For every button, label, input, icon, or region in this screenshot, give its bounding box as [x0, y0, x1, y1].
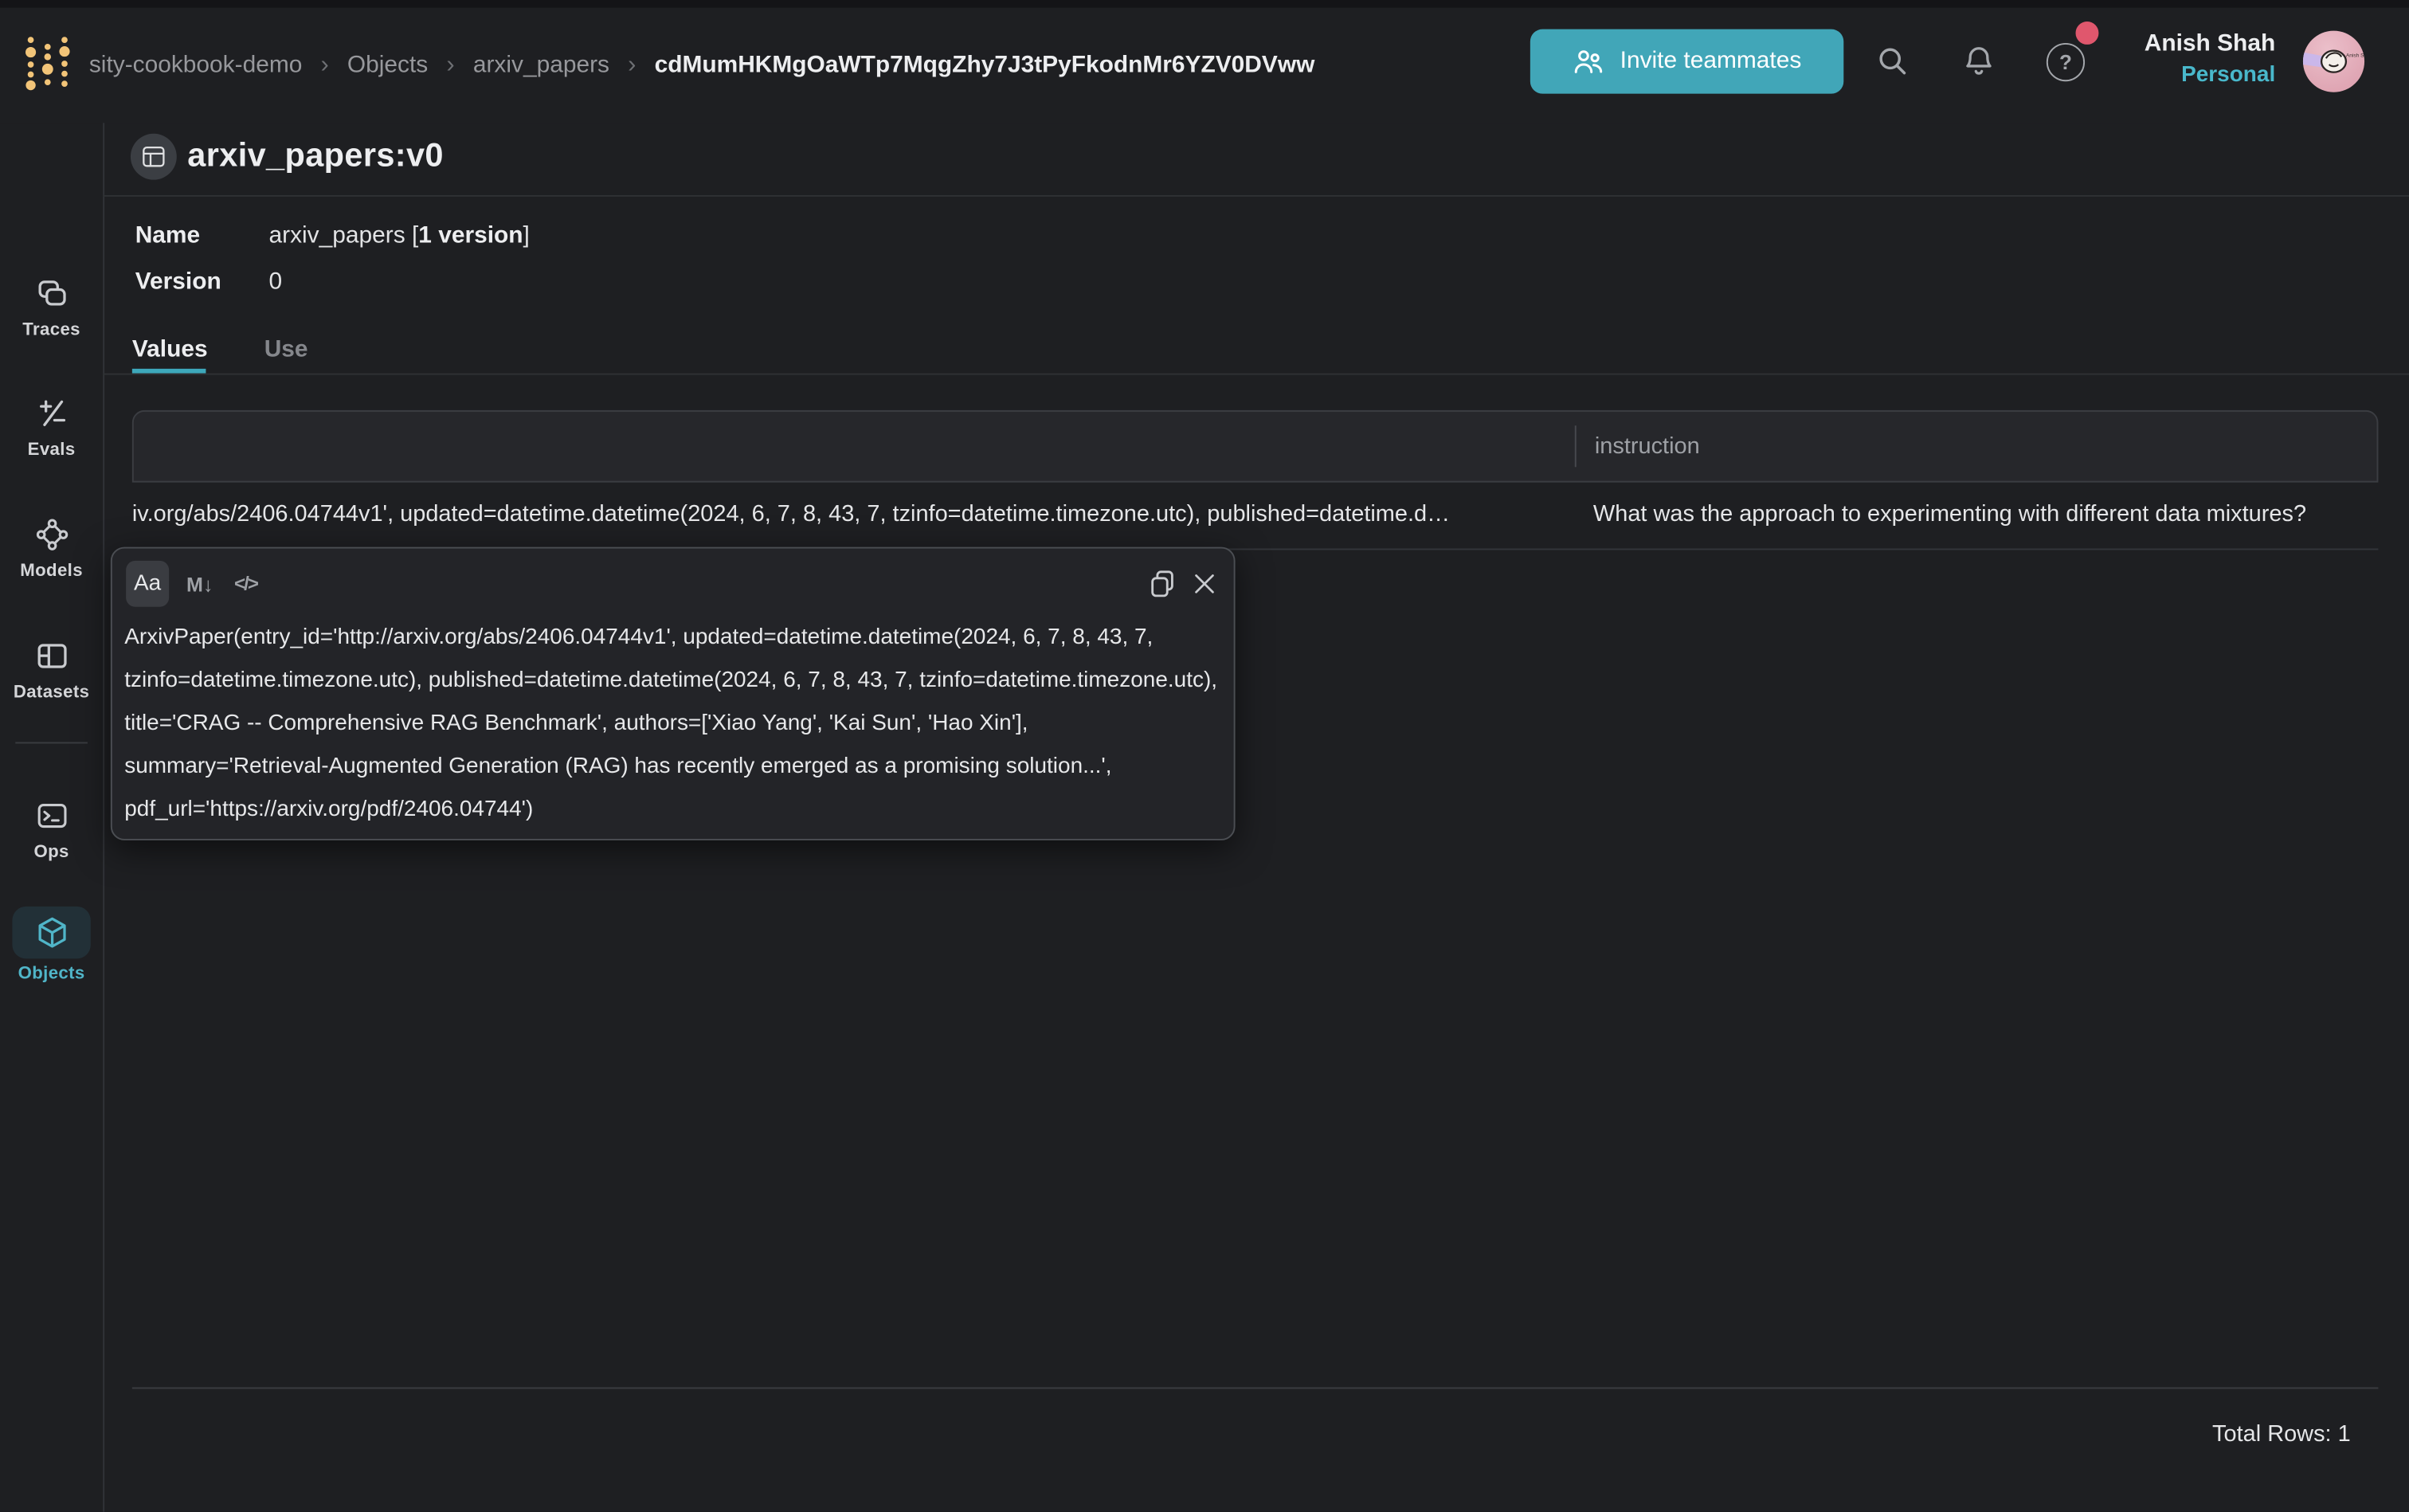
sidebar-item-models[interactable] — [0, 516, 103, 553]
models-icon — [33, 516, 69, 553]
sidebar-item-ops[interactable] — [0, 797, 103, 834]
sidebar-label-ops[interactable]: Ops — [0, 844, 103, 862]
title-divider — [103, 195, 2409, 197]
breadcrumb: sity-cookbook-demo › Objects › arxiv_pap… — [89, 8, 1314, 123]
popup-cell-text: ArxivPaper(entry_id='http://arxiv.org/ab… — [124, 616, 1221, 831]
breadcrumb-objects[interactable]: Objects — [347, 52, 428, 80]
markdown-mode-button[interactable]: M↓ — [180, 570, 220, 597]
breadcrumb-object-name[interactable]: arxiv_papers — [473, 52, 609, 80]
ops-terminal-icon — [33, 797, 69, 834]
help-button[interactable]: ? — [2047, 43, 2085, 81]
invite-teammates-button[interactable]: Invite teammates — [1530, 29, 1843, 94]
bell-icon — [1960, 43, 1997, 80]
notification-badge-dot — [2076, 22, 2099, 45]
left-sidebar: Traces Evals Models — [0, 123, 104, 1511]
user-avatar[interactable]: Anish S. — [2303, 31, 2364, 92]
notifications-button[interactable] — [1959, 41, 1999, 81]
objects-cube-icon — [33, 915, 69, 951]
breadcrumb-object-id: cdMumHKMgOaWTp7MqgZhy7J3tPyFkodnMr6YZV0D… — [655, 52, 1315, 80]
account-selector[interactable]: Personal — [2145, 60, 2275, 92]
tab-use[interactable]: Use — [264, 336, 308, 364]
sidebar-label-objects[interactable]: Objects — [0, 965, 103, 983]
sidebar-item-evals[interactable] — [0, 395, 103, 432]
name-value-bracket: ] — [523, 223, 530, 249]
search-button[interactable] — [1873, 41, 1913, 81]
version-field-value: 0 — [269, 269, 283, 297]
column-separator[interactable] — [1575, 425, 1577, 467]
sidebar-label-datasets[interactable]: Datasets — [0, 684, 103, 702]
table-icon — [141, 144, 166, 169]
grid-header-row: instruction — [132, 410, 2379, 483]
sidebar-item-datasets[interactable] — [0, 637, 103, 674]
breadcrumb-project[interactable]: sity-cookbook-demo — [89, 52, 302, 80]
search-icon — [1874, 43, 1911, 80]
close-popup-button[interactable] — [1186, 566, 1223, 602]
question-mark-icon: ? — [2059, 51, 2072, 74]
page-title: arxiv_papers:v0 — [187, 137, 444, 175]
cell-instruction[interactable]: What was the approach to experimenting w… — [1593, 481, 2369, 549]
name-value-text: arxiv_papers [ — [269, 223, 419, 249]
close-icon — [1189, 569, 1220, 600]
total-rows-label: Total Rows: 1 — [2212, 1421, 2351, 1447]
sidebar-label-traces[interactable]: Traces — [0, 321, 103, 339]
sidebar-item-objects[interactable] — [12, 907, 90, 959]
name-field-label: Name — [135, 223, 200, 251]
table-row[interactable]: iv.org/abs/2406.04744v1', updated=dateti… — [132, 481, 2379, 550]
column-header-instruction[interactable]: instruction — [1595, 412, 1700, 481]
object-type-badge — [131, 134, 177, 180]
weave-app: sity-cookbook-demo › Objects › arxiv_pap… — [0, 0, 2409, 1512]
breadcrumb-separator: › — [628, 52, 636, 80]
sidebar-label-models[interactable]: Models — [0, 562, 103, 581]
version-count-text: 1 version — [418, 223, 523, 249]
name-field-value[interactable]: arxiv_papers [1 version] — [269, 223, 530, 251]
cell-value-popup: Aa M↓ </> ArxivPaper(entry_id='http://ar… — [111, 547, 1236, 840]
sidebar-label-evals[interactable]: Evals — [0, 441, 103, 460]
code-mode-button[interactable]: </> — [226, 570, 266, 597]
copy-icon — [1146, 567, 1180, 601]
sidebar-item-traces[interactable] — [0, 275, 103, 311]
user-block: Anish Shah Personal — [2145, 29, 2275, 92]
invite-teammates-label: Invite teammates — [1620, 48, 1802, 76]
window-top-edge — [0, 0, 2409, 8]
copy-button[interactable] — [1145, 566, 1181, 602]
svg-text:Anish S.: Anish S. — [2346, 53, 2364, 58]
version-field-label: Version — [135, 269, 221, 297]
evals-icon — [33, 395, 69, 432]
tabbar-border — [103, 374, 2409, 375]
popup-toolbar: Aa M↓ </> — [112, 549, 1234, 617]
wandb-logo-icon[interactable] — [23, 31, 74, 92]
breadcrumb-separator: › — [446, 52, 454, 80]
sidebar-divider — [15, 742, 88, 743]
cell-paper[interactable]: iv.org/abs/2406.04744v1', updated=dateti… — [132, 481, 1569, 549]
add-users-icon — [1573, 45, 1606, 78]
tab-values[interactable]: Values — [132, 336, 208, 364]
user-name: Anish Shah — [2145, 29, 2275, 61]
breadcrumb-separator: › — [320, 52, 328, 80]
text-mode-button[interactable]: Aa — [126, 561, 169, 607]
traces-icon — [33, 275, 69, 311]
top-bar: sity-cookbook-demo › Objects › arxiv_pap… — [0, 0, 2409, 123]
datasets-icon — [33, 637, 69, 674]
grid-footer-divider — [132, 1387, 2379, 1389]
